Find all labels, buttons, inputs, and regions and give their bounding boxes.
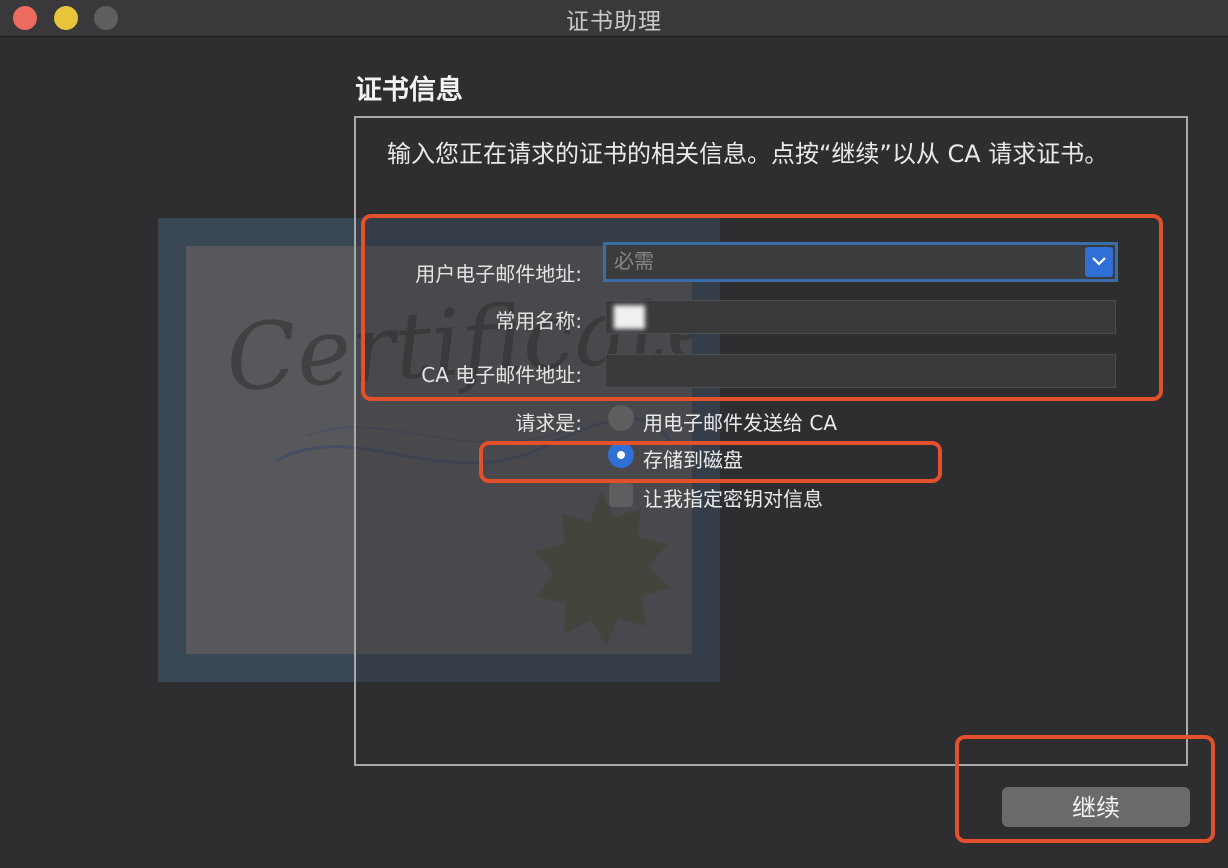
annotation-box-fields <box>361 214 1163 401</box>
annotation-box-continue <box>955 735 1215 843</box>
title-bar: 证书助理 <box>0 0 1228 37</box>
key-info-checkbox[interactable] <box>609 483 633 507</box>
email-ca-radio[interactable] <box>608 405 634 431</box>
window-title: 证书助理 <box>566 9 662 35</box>
intro-text: 输入您正在请求的证书的相关信息。点按“继续”以从 CA 请求证书。 <box>387 140 1109 168</box>
annotation-box-save-disk <box>479 441 942 483</box>
section-title: 证书信息 <box>355 75 463 106</box>
email-ca-option-label[interactable]: 用电子邮件发送给 CA <box>643 407 837 436</box>
key-info-option-label[interactable]: 让我指定密钥对信息 <box>643 483 823 512</box>
request-label: 请求是: <box>515 411 582 435</box>
